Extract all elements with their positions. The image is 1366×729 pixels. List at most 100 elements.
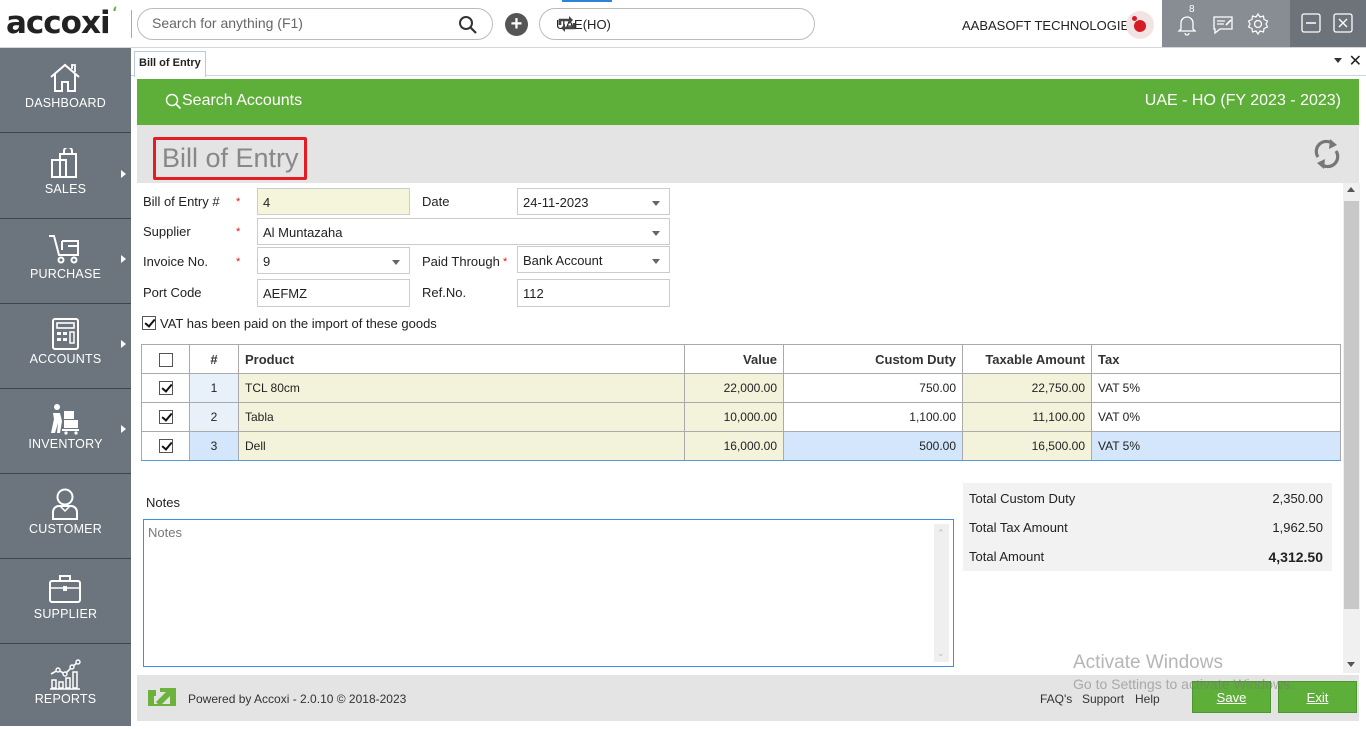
faq-link[interactable]: FAQ's (1040, 692, 1072, 706)
column-header-no: # (189, 344, 239, 374)
scroll-down-arrow-icon[interactable] (1347, 662, 1355, 667)
value-cell[interactable]: 22,000.00 (684, 373, 784, 403)
top-accent (562, 0, 612, 2)
date-label: Date (422, 194, 450, 209)
scrollbar-thumb[interactable] (1344, 201, 1359, 609)
table-row[interactable]: 2 Tabla 10,000.00 1,100.00 11,100.00 VAT… (141, 402, 1341, 432)
search-accounts-button[interactable]: Search Accounts (165, 92, 302, 110)
bill-of-entry-form: Bill of Entry # * 4 Date 24-11-2023 Supp… (137, 183, 1343, 673)
message-icon[interactable] (1211, 12, 1235, 36)
global-search[interactable] (137, 8, 493, 40)
notes-scrollbar[interactable]: ⌃ ⌄ (934, 524, 949, 662)
custom-duty-cell[interactable]: 500.00 (783, 431, 963, 461)
scroll-up-icon[interactable]: ⌃ (937, 528, 945, 539)
select-all-checkbox[interactable] (158, 352, 173, 367)
scroll-down-icon[interactable]: ⌄ (937, 648, 945, 659)
date-picker[interactable]: 24-11-2023 (517, 188, 670, 215)
value-cell[interactable]: 10,000.00 (684, 402, 784, 432)
sidebar: DASHBOARD SALES PURCHASE ACCOUNTS INVENT… (0, 48, 131, 726)
save-button-label: Save (1216, 690, 1247, 705)
calculator-icon (48, 318, 82, 350)
bill-no-field[interactable]: 4 (257, 188, 410, 215)
top-bar: accoxi‘ + UAE(HO) AABASOFT TECHNOLOGIES▶… (0, 0, 1366, 48)
product-cell[interactable]: Dell (238, 431, 685, 461)
sidebar-item-purchase[interactable]: PURCHASE (0, 219, 131, 304)
module-header: Search Accounts UAE - HO (FY 2023 - 2023… (137, 79, 1359, 125)
paid-through-select[interactable]: Bank Account (517, 246, 670, 273)
total-tax-value: 1,962.50 (1272, 520, 1323, 535)
search-icon[interactable] (458, 15, 478, 38)
inventory-icon (48, 403, 82, 435)
exit-button[interactable]: Exit (1278, 681, 1357, 713)
company-menu[interactable]: AABASOFT TECHNOLOGIES▶ (962, 18, 1149, 33)
row-checkbox-cell[interactable] (141, 402, 190, 432)
sidebar-item-customer[interactable]: CUSTOMER (0, 474, 131, 559)
product-cell[interactable]: TCL 80cm (238, 373, 685, 403)
sidebar-item-dashboard[interactable]: DASHBOARD (0, 48, 131, 133)
grid-header-row: # Product Value Custom Duty Taxable Amou… (141, 344, 1341, 374)
sidebar-item-accounts[interactable]: ACCOUNTS (0, 304, 131, 389)
tax-cell[interactable]: VAT 5% (1091, 431, 1341, 461)
user-icon (48, 488, 82, 520)
port-code-field[interactable]: AEFMZ (257, 279, 410, 307)
vat-paid-checkbox[interactable] (142, 316, 156, 330)
add-new-button[interactable]: + (505, 13, 528, 36)
scroll-up-arrow-icon[interactable] (1347, 187, 1355, 192)
product-cell[interactable]: Tabla (238, 402, 685, 432)
bill-no-label: Bill of Entry # (143, 194, 220, 209)
totals-panel: Total Custom Duty 2,350.00 Total Tax Amo… (963, 483, 1332, 571)
sidebar-item-reports[interactable]: REPORTS (0, 644, 131, 729)
select-all-checkbox-cell[interactable] (141, 344, 190, 374)
row-checkbox[interactable] (158, 439, 173, 454)
row-checkbox-cell[interactable] (141, 373, 190, 403)
invoice-select[interactable]: 9 (257, 247, 410, 274)
sidebar-item-supplier[interactable]: SUPPLIER (0, 559, 131, 644)
tab-list-dropdown-icon[interactable] (1334, 58, 1342, 63)
search-accounts-label: Search Accounts (182, 92, 303, 109)
row-checkbox[interactable] (158, 381, 173, 396)
required-mark: * (236, 256, 241, 268)
column-header-value: Value (684, 344, 784, 374)
row-checkbox-cell[interactable] (141, 431, 190, 461)
column-header-custom-duty: Custom Duty (783, 344, 963, 374)
logo-divider (131, 10, 132, 38)
close-tab-icon[interactable]: ✕ (1349, 51, 1362, 71)
row-checkbox[interactable] (158, 410, 173, 425)
column-header-taxable-amount: Taxable Amount (962, 344, 1092, 374)
total-amount-row: Total Amount 4,312.50 (969, 549, 1323, 565)
user-avatar[interactable] (1126, 11, 1154, 39)
bell-icon[interactable] (1175, 12, 1199, 36)
custom-duty-cell[interactable]: 1,100.00 (783, 402, 963, 432)
table-row-selected[interactable]: 3 Dell 16,000.00 500.00 16,500.00 VAT 5% (141, 431, 1341, 461)
custom-duty-cell[interactable]: 750.00 (783, 373, 963, 403)
form-scrollbar[interactable] (1343, 183, 1360, 673)
tax-cell[interactable]: VAT 5% (1091, 373, 1341, 403)
sidebar-item-inventory[interactable]: INVENTORY (0, 389, 131, 474)
row-number: 3 (189, 431, 239, 461)
support-link[interactable]: Support (1082, 692, 1124, 706)
supplier-select[interactable]: Al Muntazaha (257, 218, 670, 245)
table-row[interactable]: 1 TCL 80cm 22,000.00 750.00 22,750.00 VA… (141, 373, 1341, 403)
close-window-icon[interactable] (1332, 12, 1356, 36)
footer: Powered by Accoxi - 2.0.10 © 2018-2023 F… (137, 675, 1359, 721)
value-cell[interactable]: 16,000.00 (684, 431, 784, 461)
ref-no-label: Ref.No. (422, 285, 467, 300)
notes-textarea[interactable] (144, 520, 934, 666)
settings-gear-icon[interactable] (1246, 12, 1270, 36)
refresh-icon[interactable] (1313, 137, 1341, 174)
save-button[interactable]: Save (1192, 681, 1271, 713)
items-grid: # Product Value Custom Duty Taxable Amou… (141, 344, 1341, 461)
total-amount-label: Total Amount (969, 549, 1045, 564)
sidebar-item-sales[interactable]: SALES (0, 134, 131, 219)
switch-branch-icon[interactable] (556, 14, 806, 37)
row-number: 1 (189, 373, 239, 403)
branch-selector[interactable]: UAE(HO) (539, 8, 815, 40)
help-link[interactable]: Help (1135, 692, 1160, 706)
minimize-icon[interactable] (1300, 12, 1324, 36)
tax-cell[interactable]: VAT 0% (1091, 402, 1341, 432)
title-bar: Bill of Entry (137, 125, 1359, 183)
global-search-input[interactable] (152, 15, 452, 31)
tab-bill-of-entry[interactable]: Bill of Entry (134, 51, 206, 77)
supplier-label: Supplier (143, 224, 191, 239)
ref-no-field[interactable]: 112 (517, 279, 670, 307)
